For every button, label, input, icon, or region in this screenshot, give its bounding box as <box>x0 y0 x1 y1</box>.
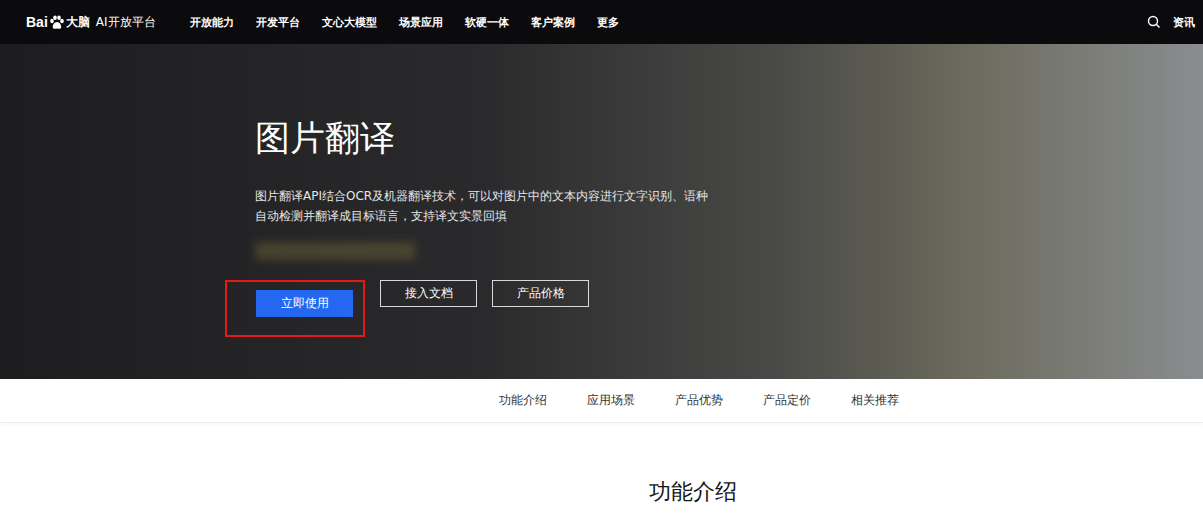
page: Bai 大脑 AI开放平台 开放能力 开发平台 文心大模型 场景应用 软硬一体 客户案例 更多 资讯… <box>0 0 1203 515</box>
nav-item[interactable]: 开发平台 <box>256 15 300 30</box>
sub-nav: 功能介绍 应用场景 产品优势 产品定价 相关推荐 <box>0 379 1203 423</box>
hero-title: 图片翻译 <box>255 116 1203 162</box>
sub-nav-item[interactable]: 应用场景 <box>587 392 635 409</box>
nav-list: 开放能力 开发平台 文心大模型 场景应用 软硬一体 客户案例 更多 <box>190 15 1147 30</box>
logo-brand-suffix: 大脑 <box>66 14 90 31</box>
sub-nav-item[interactable]: 产品优势 <box>675 392 723 409</box>
hero-button[interactable]: 产品价格 <box>492 280 589 307</box>
button-wrap: 接入文档 <box>380 280 477 307</box>
nav-item[interactable]: 更多 <box>597 15 619 30</box>
highlight-frame: 立即使用 <box>225 280 365 337</box>
nav-item[interactable]: 客户案例 <box>531 15 575 30</box>
blurred-bar <box>255 242 415 260</box>
logo-brand: Bai <box>26 14 48 30</box>
nav-item[interactable]: 文心大模型 <box>322 15 377 30</box>
logo[interactable]: Bai 大脑 AI开放平台 <box>26 14 156 31</box>
news-link[interactable]: 资讯 <box>1173 15 1195 30</box>
button-wrap: 产品价格 <box>492 280 589 307</box>
hero-button[interactable]: 接入文档 <box>380 280 477 307</box>
sub-nav-item[interactable]: 相关推荐 <box>851 392 899 409</box>
nav-item[interactable]: 软硬一体 <box>465 15 509 30</box>
nav-item[interactable]: 场景应用 <box>399 15 443 30</box>
hero-button[interactable]: 立即使用 <box>256 290 353 317</box>
sub-nav-item[interactable]: 功能介绍 <box>499 392 547 409</box>
hero-banner: 图片翻译图片翻译API结合OCR及机器翻译技术，可以对图片中的文本内容进行文字识… <box>0 44 1203 379</box>
hero-description: 图片翻译API结合OCR及机器翻译技术，可以对图片中的文本内容进行文字识别、语种… <box>255 186 775 226</box>
feature-section: 功能介绍 <box>0 423 1203 515</box>
nav-right: 资讯 <box>1147 15 1195 30</box>
sub-nav-item[interactable]: 产品定价 <box>763 392 811 409</box>
description-line: 自动检测并翻译成目标语言，支持译文实景回填 <box>255 206 775 226</box>
nav-item[interactable]: 开放能力 <box>190 15 234 30</box>
logo-platform: AI开放平台 <box>96 14 156 31</box>
paw-icon <box>49 15 65 30</box>
hero-buttons: 立即使用接入文档产品价格 <box>225 280 1203 337</box>
description-line: 图片翻译API结合OCR及机器翻译技术，可以对图片中的文本内容进行文字识别、语种 <box>255 186 775 206</box>
search-icon[interactable] <box>1147 15 1161 29</box>
top-nav: Bai 大脑 AI开放平台 开放能力 开发平台 文心大模型 场景应用 软硬一体 客户案例 更多 资讯 <box>0 0 1203 44</box>
section-title: 功能介绍 <box>649 477 737 515</box>
